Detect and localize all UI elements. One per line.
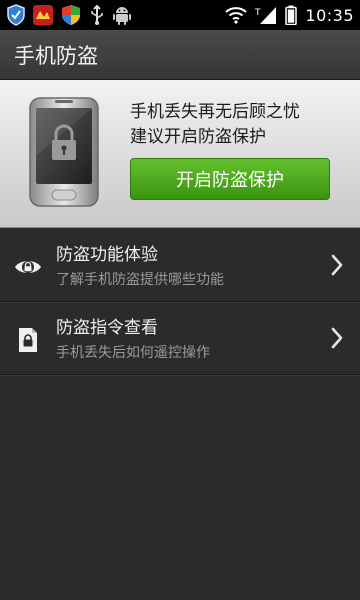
- list-item-title: 防盗功能体验: [56, 245, 158, 265]
- red-app-icon: [32, 4, 54, 26]
- eye-lock-icon: [14, 253, 42, 281]
- clock: 10:35: [305, 5, 354, 25]
- promo-panel: 手机丢失再无后顾之忧 建议开启防盗保护 开启防盗保护: [0, 80, 360, 228]
- phone-lock-icon: [28, 96, 100, 212]
- list-item-title: 防盗指令查看: [56, 318, 158, 338]
- screen: T 10:35 手机防盗 手机丢失再无后顾之忧 建议开启防盗保护 开启防盗保护 …: [0, 0, 360, 600]
- system-icons: T 10:35: [225, 5, 354, 25]
- notification-icons: [6, 4, 132, 26]
- list-item-subtitle: 了解手机防盗提供哪些功能: [56, 272, 224, 288]
- chevron-right-icon: [330, 326, 344, 354]
- promo-line-1: 手机丢失再无后顾之忧: [130, 102, 300, 122]
- battery-icon: [285, 5, 298, 25]
- document-lock-icon: [14, 326, 42, 354]
- promo-line-2: 建议开启防盗保护: [130, 127, 266, 147]
- list-item-subtitle: 手机丢失后如何遥控操作: [56, 345, 210, 361]
- android-icon: [112, 4, 132, 26]
- feature-list: 防盗功能体验 了解手机防盗提供哪些功能 防盗指令查看 手机丢失后如何遥控操作: [0, 229, 360, 375]
- page-title: 手机防盗: [14, 43, 98, 68]
- chevron-right-icon: [330, 253, 344, 281]
- enable-protection-button[interactable]: 开启防盗保护: [130, 158, 330, 200]
- signal-icon: T: [255, 5, 277, 25]
- status-bar: T 10:35: [0, 0, 360, 30]
- wifi-icon: [225, 6, 248, 24]
- colorful-shield-icon: [60, 4, 82, 26]
- shield-icon: [6, 4, 26, 26]
- promo-message: 手机丢失再无后顾之忧 建议开启防盗保护: [130, 100, 300, 150]
- list-item-command-view[interactable]: 防盗指令查看 手机丢失后如何遥控操作: [0, 302, 360, 375]
- list-item-feature-experience[interactable]: 防盗功能体验 了解手机防盗提供哪些功能: [0, 229, 360, 302]
- title-bar: 手机防盗: [0, 30, 360, 80]
- svg-text:T: T: [255, 8, 261, 18]
- usb-icon: [88, 4, 106, 26]
